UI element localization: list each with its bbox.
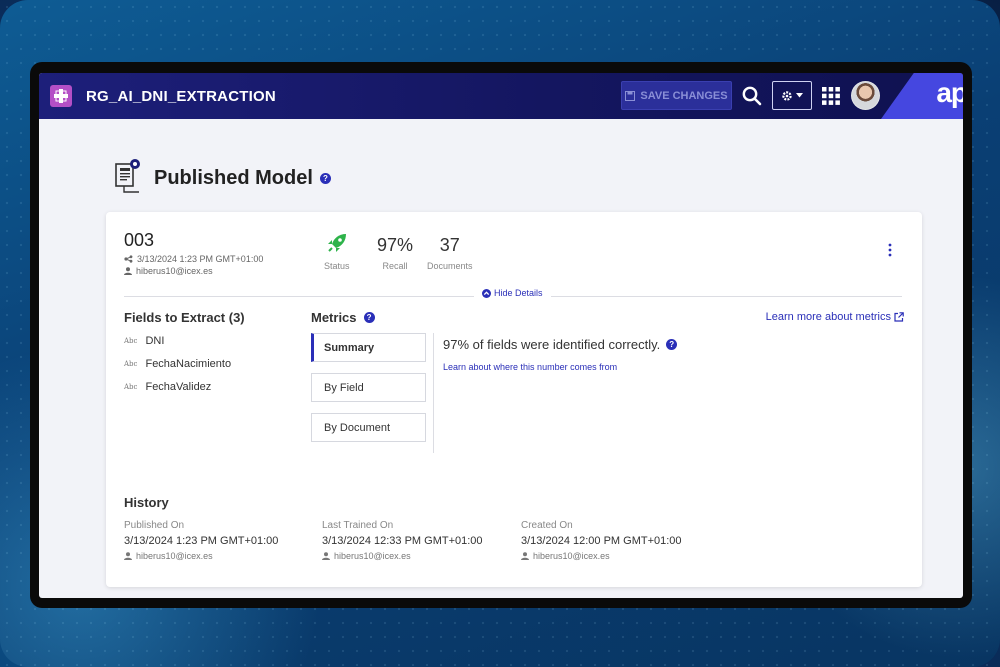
history-last-trained: Last Trained On 3/13/2024 12:33 PM GMT+0… (322, 520, 483, 561)
field-item-fechanacimiento: Abc FechaNacimiento (124, 358, 232, 370)
metrics-heading: Metrics ? (311, 310, 375, 325)
hide-details-toggle[interactable]: Hide Details (474, 288, 551, 298)
text-type-icon: Abc (124, 383, 138, 391)
documents-stat: 37 Documents (427, 235, 473, 271)
chevron-up-circle-icon (482, 288, 491, 298)
tab-by-field[interactable]: By Field (311, 373, 426, 402)
search-icon[interactable] (741, 85, 763, 107)
avatar[interactable] (851, 81, 880, 110)
page-heading: Published Model ? (113, 159, 331, 197)
summary-result: 97% of fields were identified correctly.… (443, 337, 678, 352)
published-model-icon (115, 159, 140, 193)
metrics-help-icon[interactable]: ? (363, 312, 375, 323)
chevron-down-icon (796, 93, 803, 98)
publish-icon (124, 255, 133, 263)
device-frame: RG_AI_DNI_EXTRACTION SAVE CHANGES ap Pub… (30, 62, 972, 608)
tab-summary[interactable]: Summary (311, 333, 426, 362)
brand-logo: ap (936, 77, 963, 108)
external-link-icon (894, 312, 904, 322)
settings-menu-button[interactable] (772, 81, 812, 110)
documents-value: 37 (439, 235, 460, 255)
user-icon (322, 552, 330, 560)
app-screen: RG_AI_DNI_EXTRACTION SAVE CHANGES ap Pub… (39, 73, 963, 598)
field-item-dni: Abc DNI (124, 335, 165, 347)
gear-icon (782, 90, 792, 101)
fields-heading: Fields to Extract (3) (124, 310, 245, 325)
result-help-icon[interactable]: ? (666, 339, 678, 350)
tab-panel-divider (433, 333, 434, 453)
history-heading: History (124, 495, 169, 510)
text-type-icon: Abc (124, 337, 138, 345)
history-published: Published On 3/13/2024 1:23 PM GMT+01:00… (124, 520, 279, 561)
rocket-icon (327, 234, 346, 252)
app-grid-icon[interactable] (822, 87, 840, 105)
save-changes-button[interactable]: SAVE CHANGES (621, 81, 732, 110)
app-title: RG_AI_DNI_EXTRACTION (86, 87, 276, 105)
recall-label: Recall (382, 261, 408, 271)
documents-label: Documents (427, 261, 473, 271)
published-user: hiberus10@icex.es (124, 266, 213, 276)
top-bar: RG_AI_DNI_EXTRACTION SAVE CHANGES ap (39, 73, 963, 119)
user-icon (124, 267, 132, 275)
help-icon[interactable]: ? (319, 172, 331, 184)
history-created: Created On 3/13/2024 12:00 PM GMT+01:00 … (521, 520, 682, 561)
field-item-fechavalidez: Abc FechaValidez (124, 381, 212, 393)
tab-by-document[interactable]: By Document (311, 413, 426, 442)
more-options-icon[interactable] (886, 242, 894, 258)
published-meta: 3/13/2024 1:23 PM GMT+01:00 (124, 254, 263, 264)
learn-number-source-link[interactable]: Learn about where this number comes from (443, 362, 617, 372)
status-stat: Status (324, 232, 350, 271)
recall-stat: 97% Recall (377, 235, 413, 271)
model-version: 003 (124, 230, 155, 250)
status-label: Status (324, 261, 350, 271)
model-card: 003 3/13/2024 1:23 PM GMT+01:00 hiberus1… (106, 212, 922, 587)
user-icon (124, 552, 132, 560)
save-icon (625, 90, 636, 101)
app-logo-icon[interactable] (50, 85, 72, 107)
learn-more-metrics-link[interactable]: Learn more about metrics (766, 311, 904, 323)
page-title: Published Model (154, 166, 313, 189)
recall-value: 97% (377, 235, 414, 255)
text-type-icon: Abc (124, 360, 138, 368)
user-icon (521, 552, 529, 560)
